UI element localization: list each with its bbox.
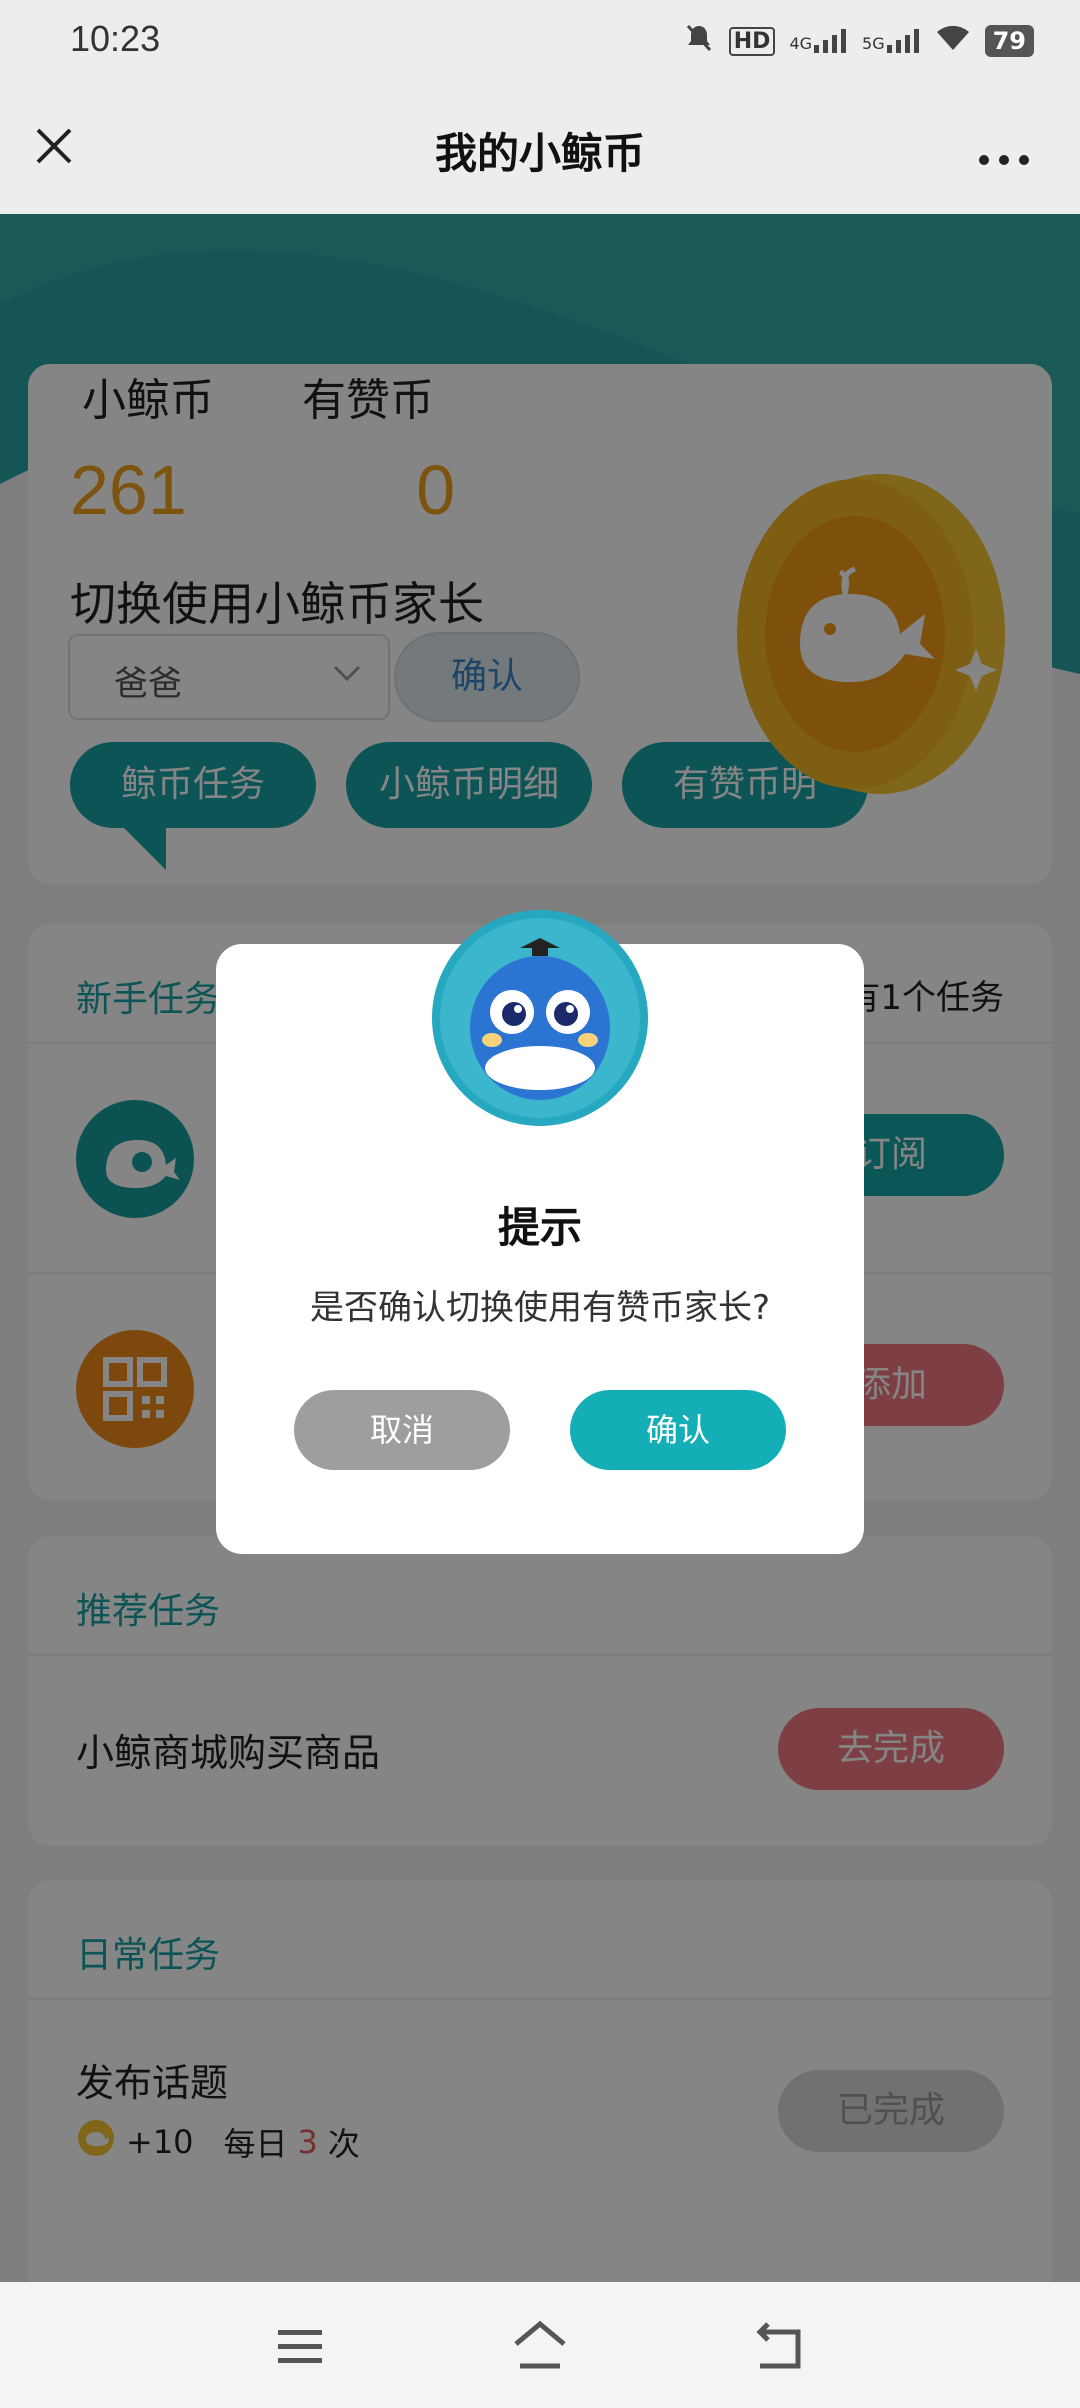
page-title: 我的小鲸币: [434, 129, 645, 178]
signal-5g-icon: 5G: [862, 29, 921, 53]
confirm-button[interactable]: 确认: [570, 1390, 786, 1470]
status-icons: HD 4G 5G 79: [683, 22, 1034, 60]
signal-4g-icon: 4G: [789, 29, 848, 53]
hd-icon: HD: [728, 26, 776, 56]
mascot-avatar-icon: [432, 910, 648, 1126]
back-icon[interactable]: [750, 2318, 810, 2374]
dialog-message: 是否确认切换使用有赞币家长?: [309, 1288, 771, 1328]
mute-icon: [683, 22, 715, 60]
network-label-5g: 5G: [862, 34, 885, 53]
wifi-icon: [935, 24, 971, 58]
confirm-dialog: 提示 是否确认切换使用有赞币家长? 取消 确认: [216, 910, 864, 1554]
more-icon[interactable]: [976, 132, 1032, 178]
status-bar: 10:23 HD 4G 5G 79: [0, 0, 1080, 80]
system-nav-bar: [0, 2282, 1080, 2408]
cancel-button[interactable]: 取消: [294, 1390, 510, 1470]
network-label-4g: 4G: [789, 34, 813, 53]
status-time: 10:23: [70, 18, 161, 59]
title-bar: 我的小鲸币: [0, 80, 1080, 214]
battery-icon: 79: [984, 25, 1034, 57]
menu-icon[interactable]: [270, 2318, 330, 2374]
home-icon[interactable]: [510, 2318, 570, 2374]
dialog-title: 提示: [497, 1203, 582, 1252]
